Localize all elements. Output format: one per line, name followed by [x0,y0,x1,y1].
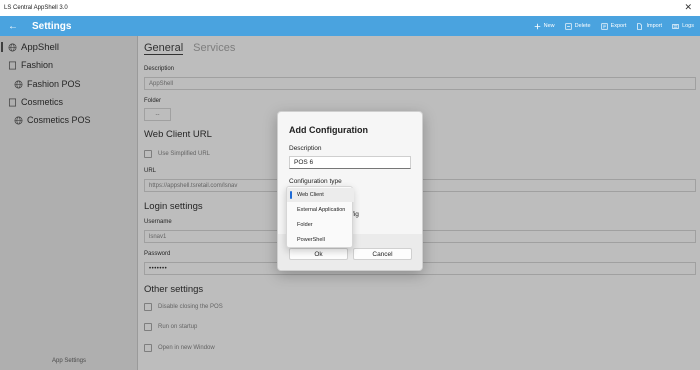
option-web-client[interactable]: Web Client [287,188,354,202]
dialog-description-label: Description [289,145,322,152]
import-icon [637,22,643,30]
page-title: Settings [32,20,72,32]
dialog-title: Add Configuration [289,125,368,135]
ok-button[interactable]: Ok [289,248,348,260]
back-arrow-icon[interactable]: ← [8,21,20,32]
configuration-type-label: Configuration type [289,178,342,185]
window-title: LS Central AppShell 3.0 [4,5,68,11]
logs-label: Logs [682,23,694,29]
import-button[interactable]: Import [636,22,663,30]
window-titlebar: LS Central AppShell 3.0 ✕ [0,0,700,16]
toolbar: New Delete Export Import Logs [534,16,694,36]
option-folder[interactable]: Folder [287,218,354,232]
delete-button[interactable]: Delete [565,22,591,30]
logs-button[interactable]: Logs [672,23,694,30]
cancel-button[interactable]: Cancel [353,248,412,260]
export-icon [600,22,608,30]
configuration-type-dropdown[interactable]: Web Client External Application Folder P… [286,186,354,248]
close-icon[interactable]: ✕ [684,2,692,13]
logs-icon [672,23,679,29]
export-label: Export [610,23,627,29]
delete-icon [565,22,572,30]
option-external-application[interactable]: External Application [287,203,354,217]
delete-label: Delete [574,23,591,29]
option-powershell[interactable]: PowerShell [287,233,354,247]
dialog-description-input[interactable]: POS 6 [289,156,411,169]
plus-icon [534,23,540,29]
header-bar: ← Settings New Delete Export Import Logs [0,16,700,36]
new-button[interactable]: New [534,23,555,30]
import-label: Import [646,23,663,29]
new-label: New [543,23,555,29]
export-button[interactable]: Export [600,22,627,30]
